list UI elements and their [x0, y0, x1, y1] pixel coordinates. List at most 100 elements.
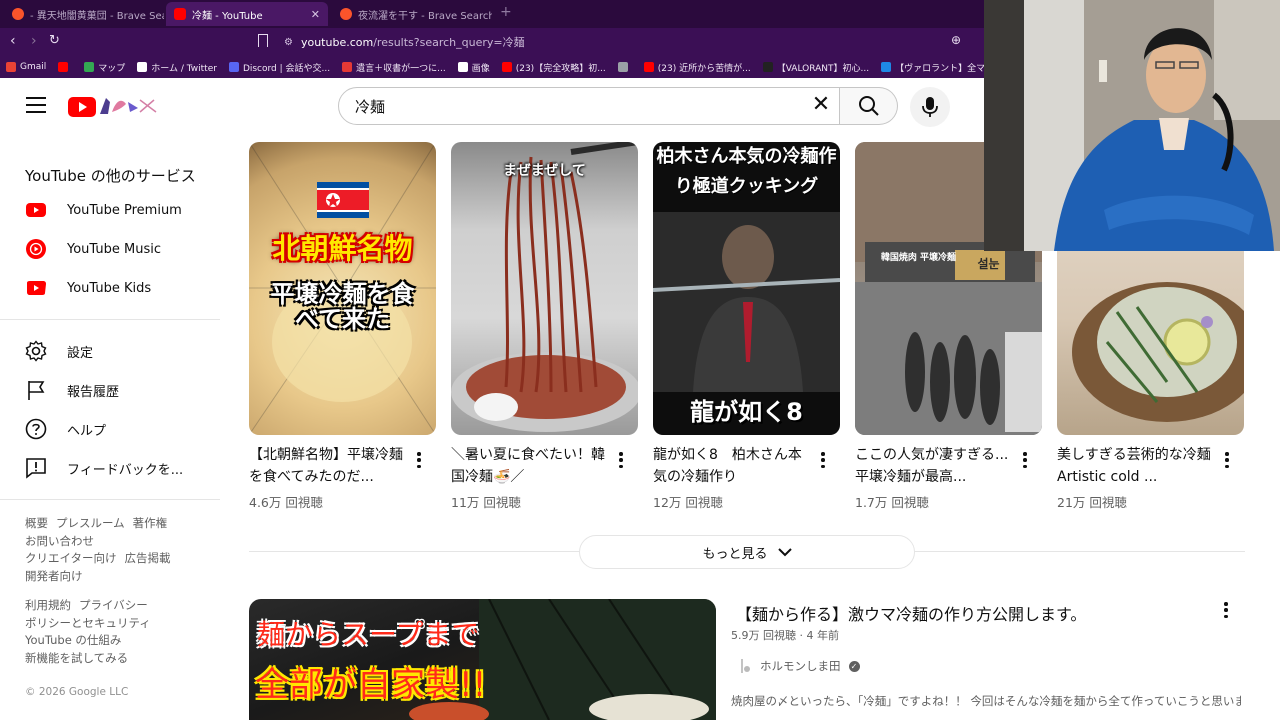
- clear-search-icon[interactable]: ✕: [809, 94, 833, 118]
- more-options-icon[interactable]: [1223, 450, 1231, 470]
- youtube-logo[interactable]: [68, 92, 160, 120]
- bookmark-item[interactable]: ホーム / Twitter: [131, 61, 223, 74]
- bookmark-item[interactable]: (23) 近所から苦情が...: [638, 61, 757, 74]
- site-info-icon[interactable]: ⚙: [284, 37, 293, 48]
- sidebar-item-label: 設定: [67, 345, 94, 361]
- channel-name[interactable]: ホルモンしま田: [760, 658, 841, 674]
- sidebar-item-settings[interactable]: 設定: [25, 337, 93, 365]
- footer-links-primary: 概要 プレスルーム 著作権 お問い合わせ クリエイター向け 広告掲載 開発者向け: [25, 515, 215, 585]
- bookmark-label: 画像: [471, 63, 490, 74]
- short-caption: 龍が如く8: [690, 398, 803, 426]
- footer-link[interactable]: 概要: [25, 516, 48, 530]
- new-tab-button[interactable]: +: [500, 4, 512, 20]
- more-options-icon[interactable]: [819, 450, 827, 470]
- short-title[interactable]: ここの人気が凄すぎる...平壌冷麺が最高...: [855, 444, 1015, 488]
- video-thumbnail[interactable]: 麺からスープまで 全部が自家製!!: [249, 599, 716, 720]
- channel-avatar[interactable]: [738, 657, 752, 675]
- short-card[interactable]: まぜまぜして ＼暑い夏に食べたい！韓国冷麺🍜／ 11万 回視聴: [451, 142, 638, 510]
- footer-link[interactable]: プライバシー: [79, 598, 148, 612]
- bookmark-item[interactable]: Discord | 会話や交...: [223, 61, 336, 74]
- bookmark-favicon-icon: [58, 62, 69, 72]
- footer-link[interactable]: お問い合わせ: [25, 534, 94, 548]
- video-title[interactable]: 【麺から作る】激ウマ冷麺の作り方公開します。: [736, 601, 1086, 625]
- footer-link[interactable]: 広告掲載: [125, 551, 171, 565]
- short-title[interactable]: 美しすぎる芸術的な冷麺 Artistic cold ...: [1057, 444, 1217, 488]
- noodle-art: [451, 142, 638, 432]
- browser-tab[interactable]: 夜流濯を干す - Brave Search: [332, 2, 492, 26]
- sidebar-item-feedback[interactable]: フィードバックを...: [25, 454, 183, 482]
- footer-link[interactable]: 新機能を試してみる: [25, 651, 128, 665]
- sidebar-item-label: YouTube Kids: [67, 280, 152, 296]
- footer-link[interactable]: ポリシーとセキュリティ: [25, 616, 151, 630]
- search-input[interactable]: 冷麺 ✕: [338, 87, 840, 125]
- sidebar-item-youtube-premium[interactable]: YouTube Premium: [25, 196, 182, 224]
- bookmark-item[interactable]: マップ: [78, 61, 131, 74]
- short-card[interactable]: 柏木さん本気の冷麺作り極道クッキング 龍が如く8 龍が如く8 柏木さん本気の冷麺…: [653, 142, 840, 510]
- bookmark-favicon-icon: [762, 62, 773, 72]
- show-more-button[interactable]: もっと見る: [579, 535, 915, 569]
- sidebar-item-youtube-kids[interactable]: YouTube Kids: [25, 274, 151, 302]
- footer-link[interactable]: YouTube の仕組み: [25, 633, 121, 647]
- short-caption: 설눈: [977, 257, 1000, 271]
- flag-icon: [25, 379, 47, 401]
- short-title[interactable]: ＼暑い夏に食べたい！韓国冷麺🍜／: [451, 444, 611, 488]
- sidebar-item-help[interactable]: ヘルプ: [25, 415, 106, 443]
- verified-badge-icon: ✓: [848, 660, 860, 672]
- url-field[interactable]: ⚙ youtube.com/results?search_query=冷麺: [284, 34, 525, 50]
- more-options-icon[interactable]: [1021, 450, 1029, 470]
- reload-icon[interactable]: ↻: [49, 33, 60, 48]
- sidebar-item-youtube-music[interactable]: YouTube Music: [25, 235, 161, 263]
- bookmark-item[interactable]: [52, 62, 78, 72]
- hamburger-menu-icon[interactable]: [26, 97, 46, 113]
- short-card[interactable]: 北朝鮮名物 平壌冷麺を食べて来た 【北朝鮮名物】平壌冷麺を食べてみたのだ... …: [249, 142, 436, 510]
- bookmark-label: 【VALORANT】初心...: [776, 63, 870, 74]
- zoom-icon[interactable]: ⊕: [951, 33, 961, 47]
- back-icon[interactable]: ‹: [10, 33, 16, 49]
- short-thumbnail[interactable]: 柏木さん本気の冷麺作り極道クッキング 龍が如く8: [653, 142, 840, 435]
- short-caption: 北朝鮮名物: [272, 232, 413, 265]
- bookmark-item[interactable]: [612, 62, 638, 72]
- footer-link[interactable]: 利用規約: [25, 598, 71, 612]
- short-thumbnail[interactable]: まぜまぜして: [451, 142, 638, 435]
- footer-link[interactable]: プレスルーム: [56, 516, 125, 530]
- footer-link[interactable]: 開発者向け: [25, 569, 83, 583]
- webcam-person-image: [984, 0, 1280, 251]
- bookmark-label: Discord | 会話や交...: [242, 63, 331, 74]
- bookmark-item[interactable]: 画像: [452, 61, 496, 74]
- more-options-icon[interactable]: [1222, 602, 1230, 618]
- bookmark-label: (23) 近所から苦情が...: [657, 63, 751, 74]
- youtube-kids-icon: [25, 277, 47, 299]
- search-button[interactable]: [840, 87, 898, 125]
- short-title[interactable]: 龍が如く8 柏木さん本気の冷麺作り: [653, 444, 813, 488]
- bookmark-label: (23)【完全攻略】初...: [515, 63, 606, 74]
- sidebar-divider: [0, 319, 220, 320]
- short-title[interactable]: 【北朝鮮名物】平壌冷麺を食べてみたのだ...: [249, 444, 409, 488]
- channel-link[interactable]: ホルモンしま田 ✓: [738, 657, 860, 675]
- sidebar-item-report-history[interactable]: 報告履歴: [25, 376, 119, 404]
- more-options-icon[interactable]: [415, 450, 423, 470]
- video-description: 焼肉屋の〆といったら、「冷麺」ですよね！！ 今回はそんな冷麺を麺から全て作ってい…: [731, 694, 1241, 708]
- voice-search-button[interactable]: [910, 87, 950, 127]
- footer-link[interactable]: 著作権: [133, 516, 168, 530]
- bookmark-item[interactable]: 【VALORANT】初心...: [757, 61, 875, 74]
- bookmark-label: Gmail: [20, 62, 47, 72]
- url-path: /results?search_query=冷麺: [373, 36, 525, 49]
- close-tab-icon[interactable]: ✕: [311, 8, 320, 21]
- forward-icon[interactable]: ›: [31, 33, 37, 49]
- bookmark-item[interactable]: 遺言＋収書が一つに...: [336, 61, 452, 74]
- footer-link[interactable]: クリエイター向け: [25, 551, 117, 565]
- brave-search-icon: [12, 8, 24, 20]
- sidebar: YouTube の他のサービス YouTube Premium YouTube …: [0, 134, 228, 720]
- more-options-icon[interactable]: [617, 450, 625, 470]
- search-icon: [858, 96, 879, 116]
- tab-title: 夜流濯を干す - Brave Search: [358, 10, 492, 22]
- browser-tab-active[interactable]: 冷麺 - YouTube ✕: [166, 2, 328, 26]
- bookmark-item[interactable]: (23)【完全攻略】初...: [496, 61, 612, 74]
- short-thumbnail[interactable]: 北朝鮮名物 平壌冷麺を食べて来た: [249, 142, 436, 435]
- browser-tab[interactable]: - 異天地闇黄菓団 - Brave Search: [4, 2, 164, 26]
- tab-title: - 異天地闇黄菓団 - Brave Search: [30, 10, 164, 22]
- copyright: © 2026 Google LLC: [25, 686, 129, 698]
- feedback-icon: [25, 457, 47, 479]
- bookmark-item[interactable]: Gmail: [0, 62, 52, 72]
- bookmark-icon[interactable]: [258, 34, 268, 47]
